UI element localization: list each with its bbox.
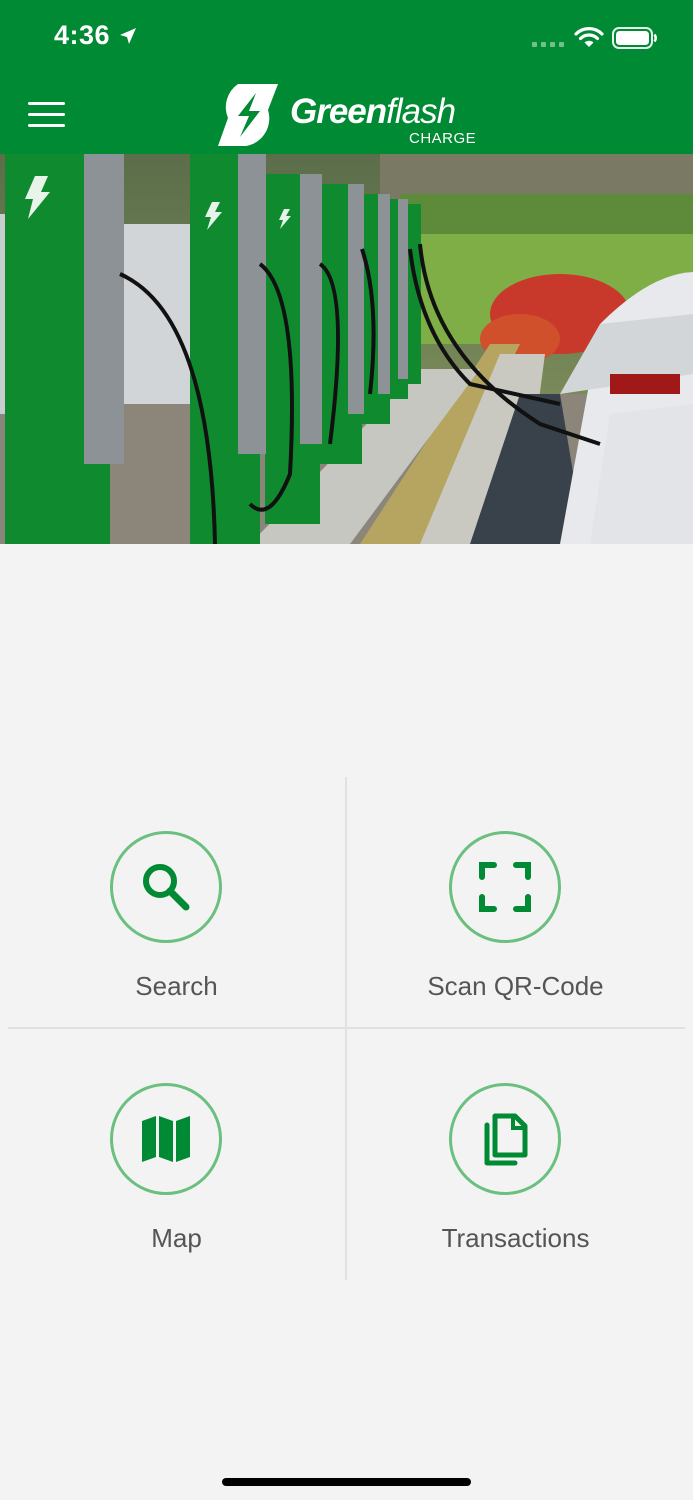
hamburger-menu-icon[interactable] [28, 102, 65, 128]
map-button[interactable] [110, 1083, 222, 1195]
search-tile[interactable]: Search [8, 777, 345, 1027]
map-icon [142, 1116, 190, 1162]
transactions-button[interactable] [449, 1083, 561, 1195]
search-label: Search [135, 971, 218, 1001]
logo-subtitle: CHARGE [409, 130, 477, 147]
transactions-label: Transactions [441, 1223, 590, 1253]
status-time: 4:36 [54, 20, 111, 50]
logo-wordmark: Greenflash [290, 92, 456, 131]
status-bar: 4:36 [0, 0, 693, 78]
greenflash-bolt-icon [218, 84, 278, 146]
scan-qr-tile[interactable]: Scan QR-Code [347, 777, 684, 1027]
qr-scan-icon [479, 862, 531, 912]
scan-qr-label: Scan QR-Code [427, 971, 604, 1001]
wifi-icon [574, 27, 604, 47]
search-button[interactable] [110, 831, 222, 943]
home-indicator[interactable] [222, 1478, 471, 1486]
battery-icon [612, 27, 657, 49]
documents-icon [484, 1113, 528, 1166]
scan-qr-button[interactable] [449, 831, 561, 943]
action-grid: Search Scan QR-Code Map Transactions [8, 777, 685, 1280]
cellular-signal-icon [532, 42, 564, 47]
app-header: Greenflash CHARGE [0, 78, 693, 154]
location-arrow-icon [120, 28, 136, 44]
search-icon [143, 864, 190, 911]
hero-image [0, 154, 693, 544]
ev-charging-stations-photo [0, 154, 693, 544]
map-tile[interactable]: Map [8, 1029, 345, 1279]
transactions-tile[interactable]: Transactions [347, 1029, 684, 1279]
greenflash-logo: Greenflash CHARGE [216, 82, 486, 150]
map-label: Map [151, 1223, 202, 1253]
